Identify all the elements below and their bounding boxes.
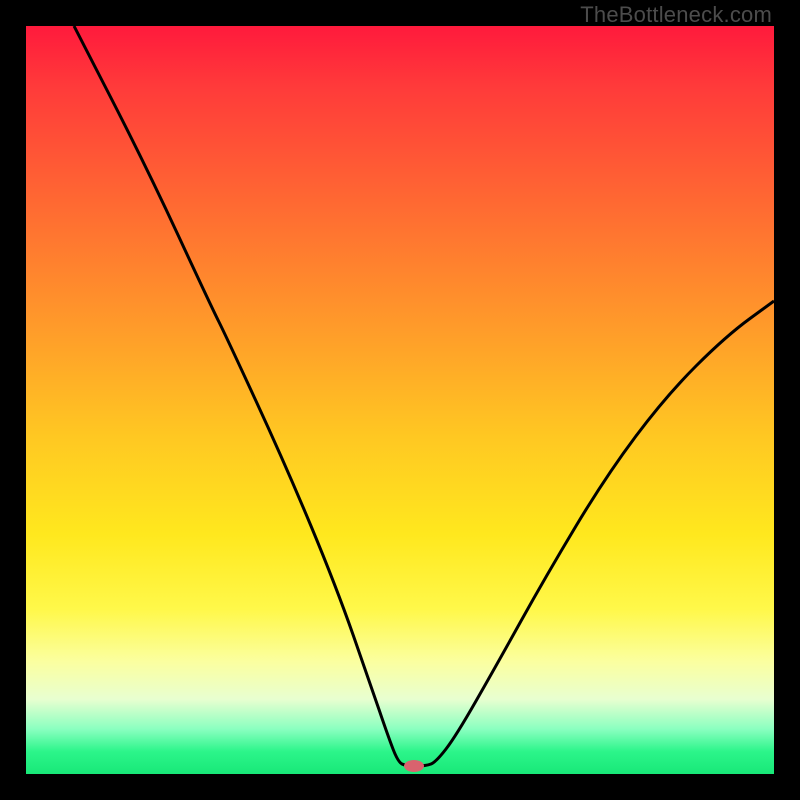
chart-frame: TheBottleneck.com (0, 0, 800, 800)
plot-area (26, 26, 774, 774)
bottleneck-marker (404, 760, 424, 772)
watermark-text: TheBottleneck.com (580, 2, 772, 28)
curve-layer (26, 26, 774, 774)
bottleneck-curve (74, 26, 774, 766)
